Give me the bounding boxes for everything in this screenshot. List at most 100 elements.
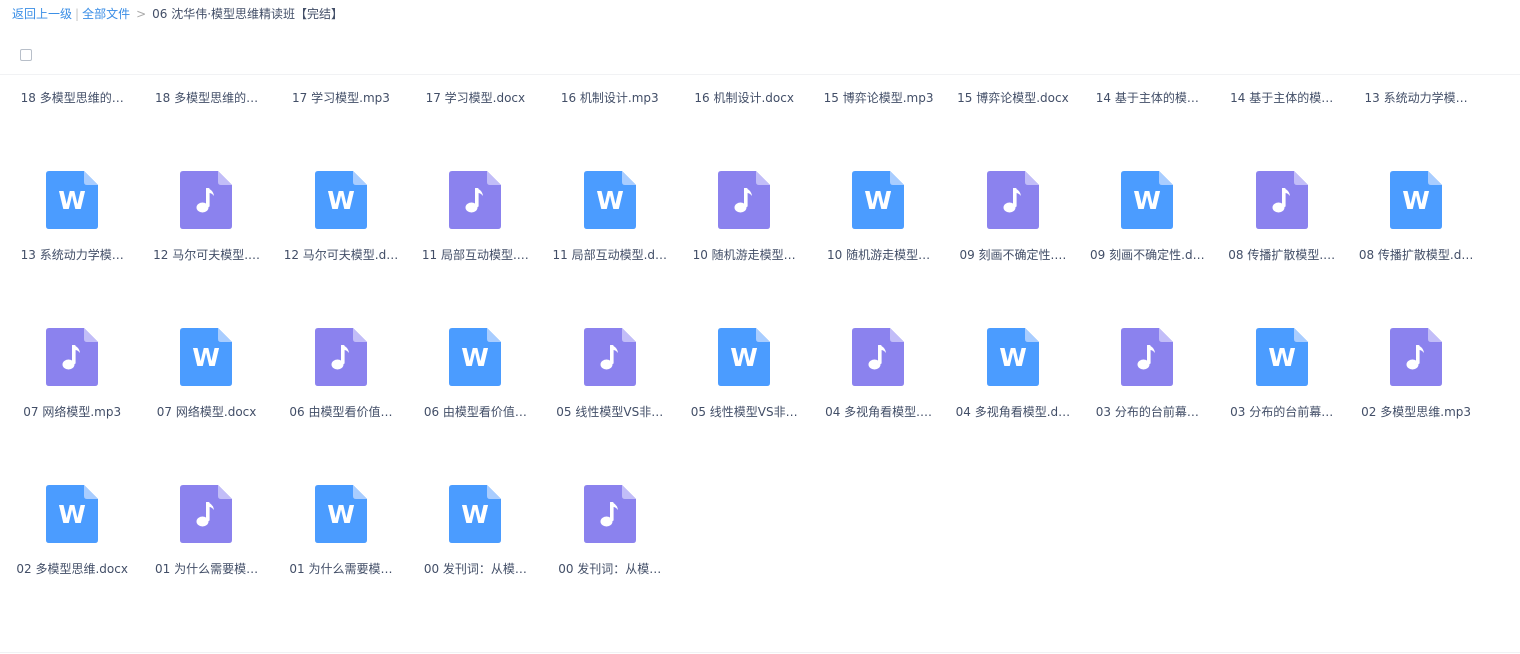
select-all-checkbox[interactable] [20,49,32,61]
file-item[interactable]: 17 学习模型.mp3 [274,75,408,105]
file-grid-viewport[interactable]: 18 多模型思维的…W18 多模型思维的…17 学习模型.mp3W17 学习模型… [0,75,1520,652]
file-item[interactable]: W18 多模型思维的… [139,75,273,105]
file-item[interactable]: W 00 发刊词：从模… [408,414,542,576]
file-name[interactable]: 01 为什么需要模… [143,561,269,577]
svg-text:W: W [58,186,86,215]
audio-file-icon [46,328,98,386]
file-item[interactable]: 08 传播扩散模型.… [1215,100,1349,262]
audio-file-icon [180,485,233,543]
audio-file-icon [717,171,770,229]
file-item[interactable]: 06 由模型看价值… [274,257,408,419]
breadcrumb-separator: | [75,7,80,21]
word-file-icon: W [46,485,98,543]
file-item[interactable]: 09 刻画不确定性.… [946,100,1080,262]
word-file-icon: W [1121,171,1174,229]
file-item[interactable]: W 11 局部互动模型.d… [543,100,677,262]
file-name[interactable]: 03 分布的台前幕… [1084,404,1210,420]
file-name[interactable]: 04 多视角看模型.… [815,404,941,420]
word-file-icon: W [46,171,98,229]
divider [0,652,1520,653]
file-item[interactable]: W 09 刻画不确定性.d… [1080,100,1214,262]
word-file-icon: W [180,328,233,386]
svg-text:W: W [461,343,489,372]
word-file-icon: W [449,485,502,543]
audio-file-icon [1121,328,1174,386]
file-name[interactable]: 02 多模型思维.docx [9,561,135,577]
file-item[interactable]: W14 基于主体的模… [1215,75,1349,105]
word-file-icon: W [583,171,636,229]
audio-file-icon [314,328,367,386]
svg-text:W: W [327,500,355,529]
file-grid: 18 多模型思维的…W18 多模型思维的…17 学习模型.mp3W17 学习模型… [5,75,1483,576]
svg-text:W: W [461,500,489,529]
svg-text:W: W [327,186,355,215]
svg-text:W: W [865,186,893,215]
file-item[interactable]: W15 博弈论模型.docx [946,75,1080,105]
file-item[interactable]: W 12 马尔可夫模型.d… [274,100,408,262]
file-name[interactable]: 02 多模型思维.mp3 [1353,404,1479,420]
audio-file-icon [449,171,502,229]
file-item[interactable]: 01 为什么需要模… [139,414,273,576]
svg-text:W: W [999,343,1027,372]
audio-file-icon [986,171,1039,229]
file-item[interactable]: W 02 多模型思维.docx [5,414,139,576]
file-item[interactable]: 15 博弈论模型.mp3 [811,75,945,105]
audio-file-icon [583,485,636,543]
back-link[interactable]: 返回上一级 [12,7,72,21]
svg-text:W: W [193,343,221,372]
word-file-icon: W [314,171,367,229]
file-item[interactable]: W 03 分布的台前幕… [1215,257,1349,419]
file-name[interactable]: 03 分布的台前幕… [1219,404,1345,420]
file-item[interactable]: 12 马尔可夫模型.… [139,100,273,262]
word-file-icon: W [986,328,1039,386]
all-files-link[interactable]: 全部文件 [82,7,130,21]
breadcrumb-arrow: > [136,7,147,21]
file-item[interactable]: 05 线性模型VS非… [543,257,677,419]
file-item[interactable]: W17 学习模型.docx [408,75,542,105]
svg-text:W: W [1268,343,1296,372]
file-item[interactable]: 02 多模型思维.mp3 [1349,257,1483,419]
file-item[interactable]: 16 机制设计.mp3 [543,75,677,105]
file-item[interactable]: W 06 由模型看价值… [408,257,542,419]
file-item[interactable]: 14 基于主体的模… [1080,75,1214,105]
audio-file-icon [852,328,905,386]
file-name[interactable]: 05 线性模型VS非… [681,404,807,420]
file-name[interactable]: 00 发刊词：从模… [412,561,538,577]
svg-text:W: W [730,343,758,372]
file-item[interactable]: 07 网络模型.mp3 [5,257,139,419]
word-file-icon: W [314,485,367,543]
word-file-icon: W [1389,171,1442,229]
file-name[interactable]: 00 发刊词：从模… [547,561,673,577]
word-file-icon: W [717,328,770,386]
audio-file-icon [1389,328,1442,386]
file-item[interactable]: W 13 系统动力学模… [5,100,139,262]
file-item[interactable]: W 08 传播扩散模型.d… [1349,100,1483,262]
svg-text:W: W [1133,186,1161,215]
audio-file-icon [1255,171,1308,229]
file-item[interactable]: 18 多模型思维的… [5,75,139,105]
file-item[interactable]: W 07 网络模型.docx [139,257,273,419]
file-item[interactable]: 04 多视角看模型.… [811,257,945,419]
audio-file-icon [180,171,233,229]
word-file-icon: W [449,328,502,386]
file-item[interactable]: 11 局部互动模型.… [408,100,542,262]
breadcrumb: 返回上一级 | 全部文件 >06 沈华伟·模型思维精读班【完结】 [12,6,343,22]
svg-text:W: W [1402,186,1430,215]
word-file-icon: W [1255,328,1308,386]
svg-text:W: W [596,186,624,215]
current-folder: 06 沈华伟·模型思维精读班【完结】 [152,7,344,21]
file-item[interactable]: 10 随机游走模型… [677,100,811,262]
file-name[interactable]: 04 多视角看模型.d… [950,404,1076,420]
file-item[interactable]: W 01 为什么需要模… [274,414,408,576]
file-item[interactable]: 03 分布的台前幕… [1080,257,1214,419]
svg-text:W: W [58,500,86,529]
word-file-icon: W [852,171,905,229]
file-name[interactable]: 01 为什么需要模… [278,561,404,577]
file-item[interactable]: 13 系统动力学模… [1349,75,1483,105]
file-item[interactable]: W 10 随机游走模型… [811,100,945,262]
file-item[interactable]: W16 机制设计.docx [677,75,811,105]
file-item[interactable]: W 05 线性模型VS非… [677,257,811,419]
file-item[interactable]: W 04 多视角看模型.d… [946,257,1080,419]
audio-file-icon [583,328,636,386]
file-item[interactable]: 00 发刊词：从模… [543,414,677,576]
